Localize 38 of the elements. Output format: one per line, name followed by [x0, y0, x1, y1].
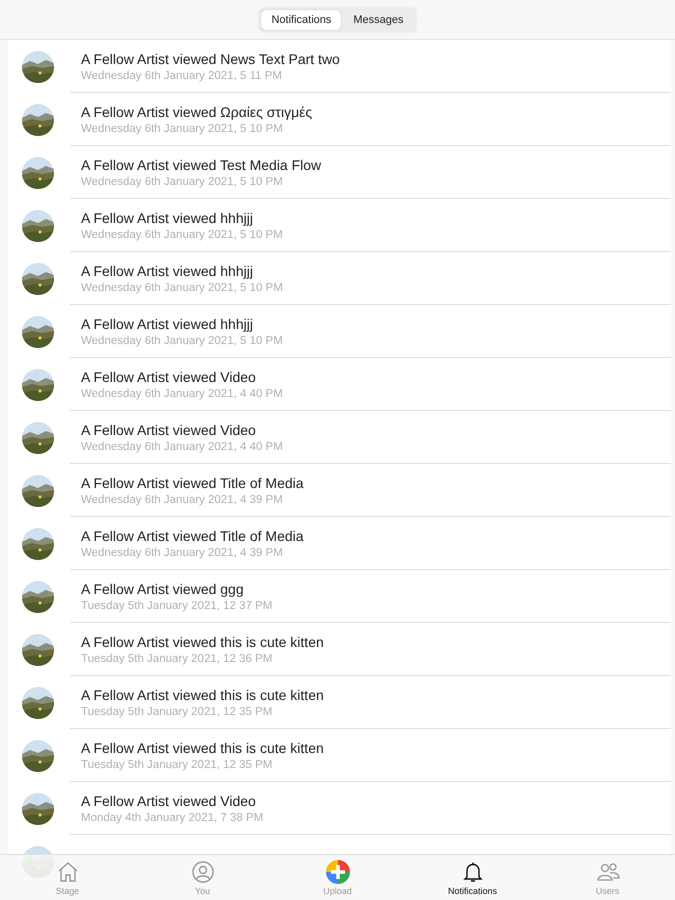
notification-title: A Fellow Artist viewed Test Media Flow	[81, 156, 322, 172]
notification-title: A Fellow Artist viewed this is cute kitten	[81, 686, 325, 702]
segment-tab[interactable]: Messages	[342, 8, 415, 30]
notification-title: A Fellow Artist viewed Video	[81, 792, 257, 808]
notification-time: Wednesday 6th January 2021, 5 10 PM	[81, 282, 284, 294]
notification-time: Wednesday 6th January 2021, 5 10 PM	[81, 176, 284, 188]
notification-time: Monday 4th January 2021, 7 38 PM	[81, 812, 264, 824]
notification-title: A Fellow Artist viewed Title of Media	[81, 474, 305, 490]
notification-time: Tuesday 5th January 2021, 12 36 PM	[81, 652, 274, 664]
tab-bar-item[interactable]: Users	[540, 855, 675, 900]
notification-time: Wednesday 6th January 2021, 4 39 PM	[81, 494, 284, 506]
notification-title: A Fellow Artist viewed this is cute kitten	[81, 634, 325, 650]
profile-icon	[190, 860, 214, 884]
notification-title: A Fellow Artist viewed News Text Part two	[81, 50, 341, 66]
notification-title: A Fellow Artist viewed Video	[81, 368, 257, 384]
notification-time: Tuesday 5th January 2021, 12 37 PM	[81, 600, 274, 612]
notification-title: A Fellow Artist viewed Title of Media	[81, 528, 305, 544]
notification-title: A Fellow Artist viewed hhhjjj	[81, 210, 254, 226]
notification-time: Wednesday 6th January 2021, 4 40 PM	[81, 440, 284, 452]
tab-bar-item[interactable]: Upload	[270, 855, 405, 900]
notification-title: A Fellow Artist viewed this is cute kitten	[81, 740, 325, 756]
notification-time: Wednesday 6th January 2021, 4 40 PM	[81, 388, 284, 400]
tab-bar-item[interactable]: You	[135, 855, 270, 900]
notification-time: Wednesday 6th January 2021, 4 39 PM	[81, 546, 284, 558]
notification-time: Tuesday 5th January 2021, 12 35 PM	[81, 758, 274, 770]
notification-title: A Fellow Artist viewed Ωραίες στιγμές	[81, 104, 314, 120]
notification-time: Wednesday 6th January 2021, 5 11 PM	[81, 70, 283, 82]
notification-title: A Fellow Artist viewed Video	[81, 422, 257, 438]
notification-title: A Fellow Artist viewed hhhjjj	[81, 316, 254, 332]
notification-title: A Fellow Artist viewed hhhjjj	[81, 262, 254, 278]
notification-time: Wednesday 6th January 2021, 5 10 PM	[81, 334, 284, 346]
segment-tab[interactable]: Notifications	[260, 8, 342, 30]
tab-bar-item[interactable]: Notifications	[405, 855, 540, 900]
notification-time: Wednesday 6th January 2021, 5 10 PM	[81, 122, 284, 134]
plus-icon	[326, 860, 350, 884]
notification-time: Wednesday 6th January 2021, 5 10 PM	[81, 228, 284, 240]
notification-time: Tuesday 5th January 2021, 12 35 PM	[81, 706, 274, 718]
notification-title: A Fellow Artist viewed ggg	[81, 580, 245, 596]
